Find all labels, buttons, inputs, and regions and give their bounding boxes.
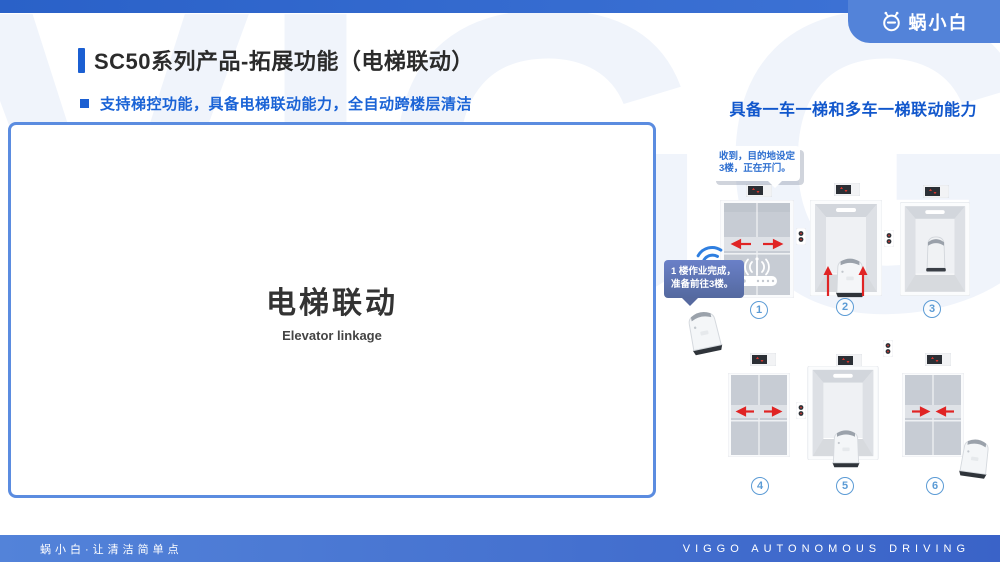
elevator-reply-bubble: 收到，目的地设定 3楼，正在开门。 <box>712 146 800 181</box>
elevator-6-doors-closing <box>902 373 964 457</box>
bullet-square-icon <box>80 99 89 108</box>
footer-slogan: 蜗小白·让清洁简单点 <box>40 541 183 557</box>
hall-call-buttons <box>796 402 806 419</box>
cleaning-robot-back <box>920 230 952 274</box>
up-arrow <box>823 265 833 298</box>
up-arrow <box>858 265 868 298</box>
elevator-4-doors-opening <box>728 373 790 457</box>
slide: VIGGO 蜗小白 SC50系列产品-拓展功能（电梯联动） 支持梯控功能，具备电… <box>0 0 1000 562</box>
card-title: 电梯联动 <box>266 278 398 322</box>
page-title: SC50系列产品-拓展功能（电梯联动） <box>94 44 474 76</box>
cleaning-robot <box>677 302 730 360</box>
step-number-6: 6 <box>926 477 944 495</box>
robot-message-bubble: 1 楼作业完成， 准备前往3楼。 <box>664 260 744 298</box>
bullet-row: 支持梯控功能，具备电梯联动能力，全自动跨楼层清洁 <box>80 93 472 114</box>
floor-display <box>925 353 951 366</box>
floor-display <box>834 183 860 196</box>
bubble-line: 准备前往3楼。 <box>671 279 737 292</box>
bullet-text: 支持梯控功能，具备电梯联动能力，全自动跨楼层清洁 <box>100 93 472 114</box>
step-number-1: 1 <box>750 301 768 319</box>
bubble-line: 收到，目的地设定 <box>719 151 793 163</box>
hall-call-buttons <box>884 230 894 247</box>
cleaning-robot <box>828 424 864 471</box>
hall-call-buttons <box>883 340 893 357</box>
card-subtitle: Elevator linkage <box>282 328 382 343</box>
step-number-4: 4 <box>751 477 769 495</box>
diagram-heading: 具备一车一梯和多车一梯联动能力 <box>729 96 977 120</box>
bubble-line: 1 楼作业完成， <box>671 266 737 279</box>
footer-brand-en: VIGGO AUTONOMOUS DRIVING <box>683 543 970 555</box>
elevator-linkage-card: 电梯联动 Elevator linkage <box>8 122 656 498</box>
elevator-diagram: 收到，目的地设定 3楼，正在开门。 <box>620 130 1000 530</box>
step-number-5: 5 <box>836 477 854 495</box>
floor-display <box>923 185 949 198</box>
floor-display <box>750 353 776 366</box>
snail-icon <box>880 10 903 33</box>
brand-logo: 蜗小白 <box>848 0 1000 43</box>
step-number-2: 2 <box>836 298 854 316</box>
title-accent-bar <box>78 48 85 73</box>
bubble-line: 3楼，正在开门。 <box>719 163 793 175</box>
cleaning-robot <box>953 432 997 483</box>
footer-bar: 蜗小白·让清洁简单点 VIGGO AUTONOMOUS DRIVING <box>0 535 1000 562</box>
step-number-3: 3 <box>923 300 941 318</box>
title-row: SC50系列产品-拓展功能（电梯联动） <box>78 44 474 76</box>
logo-text: 蜗小白 <box>909 9 969 35</box>
hall-call-buttons <box>796 228 806 245</box>
